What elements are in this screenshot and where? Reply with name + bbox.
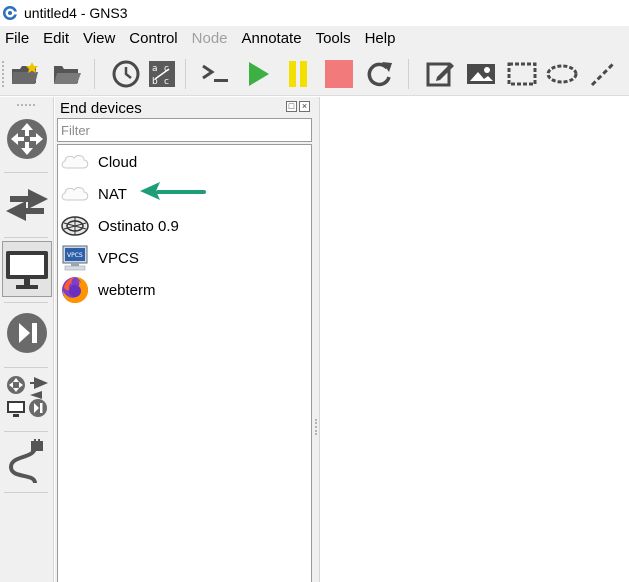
svg-text:a: a (152, 64, 158, 74)
menu-node[interactable]: Node (190, 30, 234, 47)
list-item-ostinato[interactable]: Ostinato 0.9 (58, 211, 311, 241)
abc-labels-icon: a c b c (149, 61, 175, 87)
window-title: untitled4 - GNS3 (24, 5, 128, 21)
device-type-dock (0, 97, 54, 582)
rectangle-icon (507, 62, 537, 86)
cable-icon (8, 439, 43, 484)
dock-grip[interactable] (17, 104, 35, 106)
insert-picture-button[interactable] (464, 57, 498, 91)
folder-open-icon (54, 66, 81, 84)
device-label: Cloud (98, 153, 138, 171)
topology-canvas[interactable] (319, 97, 629, 582)
dock-divider (4, 431, 48, 432)
draw-line-button[interactable] (586, 57, 620, 91)
menu-edit[interactable]: Edit (41, 30, 75, 47)
monitor-icon (6, 251, 48, 289)
ellipse-icon (546, 64, 578, 84)
draw-ellipse-button[interactable] (545, 57, 579, 91)
cloud-icon (60, 179, 90, 209)
browse-routers-button[interactable] (2, 111, 52, 167)
float-panel-icon[interactable]: □ (286, 101, 297, 112)
menu-annotate[interactable]: Annotate (240, 30, 308, 47)
toolbar-separator (185, 59, 186, 89)
draw-rectangle-button[interactable] (505, 57, 539, 91)
firefox-icon (60, 275, 90, 305)
reload-all-button[interactable] (363, 57, 397, 91)
all-devices-icon (7, 376, 48, 417)
gns3-logo-icon (3, 6, 17, 20)
router-icon (7, 119, 47, 159)
vpcs-computer-icon: VPCS (60, 243, 90, 273)
suspend-all-button[interactable] (281, 57, 315, 91)
open-project-button[interactable] (50, 57, 84, 91)
toolbar-separator (408, 59, 409, 89)
main-toolbar: a c b c (0, 51, 629, 96)
add-note-button[interactable] (423, 57, 457, 91)
device-label: Ostinato 0.9 (98, 217, 179, 235)
device-label: webterm (98, 281, 156, 299)
device-list: Cloud NAT Ostinato 0.9 VPCS VPCS webterm (57, 144, 312, 582)
filter-input[interactable] (57, 118, 312, 142)
picture-icon (467, 64, 495, 84)
start-all-button[interactable] (241, 57, 275, 91)
new-project-button[interactable] (8, 57, 42, 91)
ostinato-icon (60, 211, 90, 241)
terminal-icon (202, 64, 228, 82)
stop-icon (325, 60, 353, 88)
switch-icon (6, 189, 48, 221)
reload-icon (367, 62, 392, 87)
menu-view[interactable]: View (81, 30, 121, 47)
browse-all-devices-button[interactable] (2, 369, 52, 425)
svg-text:VPCS: VPCS (67, 252, 83, 259)
panel-controls: □ × (286, 101, 310, 112)
browse-end-devices-button[interactable] (2, 241, 52, 297)
menu-help[interactable]: Help (363, 30, 402, 47)
play-icon (249, 62, 269, 86)
menu-file[interactable]: File (3, 30, 35, 47)
console-all-button[interactable] (198, 57, 232, 91)
show-labels-button[interactable]: a c b c (145, 57, 179, 91)
close-panel-icon[interactable]: × (299, 101, 310, 112)
list-item-webterm[interactable]: webterm (58, 275, 311, 305)
edit-note-icon (426, 62, 454, 87)
browse-security-devices-button[interactable] (2, 305, 52, 361)
panel-title: End devices (60, 100, 142, 117)
add-link-button[interactable] (2, 435, 52, 491)
browse-switches-button[interactable] (2, 177, 52, 233)
toolbar-grip[interactable] (2, 61, 5, 87)
line-icon (590, 61, 616, 87)
pause-icon (289, 61, 307, 87)
splitter-grip[interactable] (315, 419, 318, 435)
clock-icon (112, 60, 140, 88)
security-device-icon (7, 313, 47, 353)
device-label: NAT (98, 185, 127, 203)
snapshot-button[interactable] (109, 57, 143, 91)
menu-control[interactable]: Control (127, 30, 183, 47)
cloud-icon (60, 147, 90, 177)
list-item-cloud[interactable]: Cloud (58, 147, 311, 177)
dock-divider (4, 302, 48, 303)
menu-tools[interactable]: Tools (314, 30, 357, 47)
devices-panel: End devices □ × Cloud NAT (55, 97, 314, 582)
dock-divider (4, 492, 48, 493)
arrow-left-icon (140, 182, 206, 200)
list-item-vpcs[interactable]: VPCS VPCS (58, 243, 311, 273)
dock-divider (4, 367, 48, 368)
device-label: VPCS (98, 249, 139, 267)
toolbar-separator (94, 59, 95, 89)
dock-divider (4, 237, 48, 238)
stop-all-button[interactable] (322, 57, 356, 91)
svg-text:c: c (164, 77, 169, 87)
title-bar: untitled4 - GNS3 (0, 0, 629, 26)
folder-new-icon (12, 62, 38, 84)
menu-bar: File Edit View Control Node Annotate Too… (0, 26, 629, 51)
dock-divider (4, 172, 48, 173)
